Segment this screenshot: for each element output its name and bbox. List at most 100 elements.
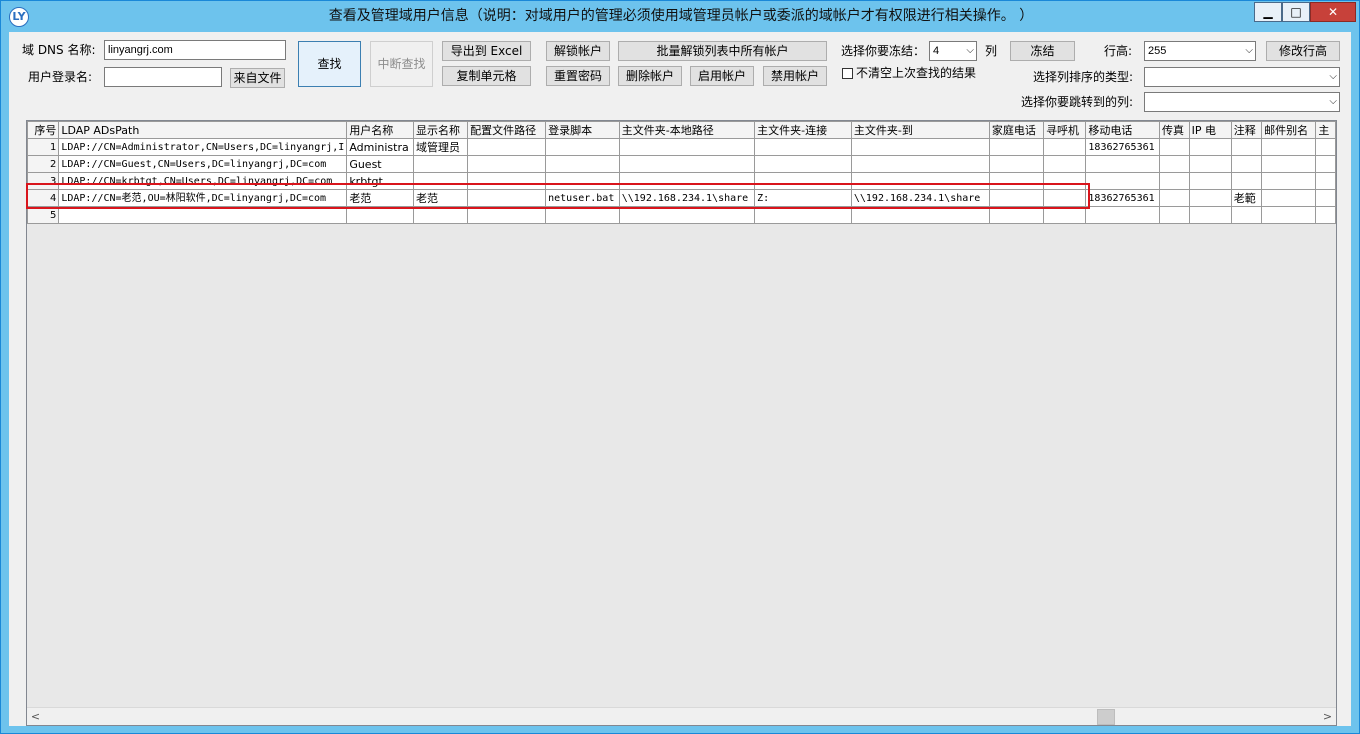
table-cell[interactable] xyxy=(412,155,469,173)
freeze-button[interactable]: 冻结 xyxy=(1010,41,1075,61)
col-header[interactable]: 主 xyxy=(1315,121,1336,139)
table-cell[interactable] xyxy=(1043,155,1087,173)
login-input[interactable] xyxy=(104,67,222,87)
table-cell[interactable] xyxy=(618,155,756,173)
table-cell[interactable] xyxy=(988,206,1045,224)
table-cell[interactable] xyxy=(1230,172,1263,190)
table-cell[interactable] xyxy=(1159,172,1190,190)
table-row[interactable]: 2 LDAP://CN=Guest,CN=Users,DC=linyangrj,D… xyxy=(27,155,1336,173)
table-cell[interactable]: Administra xyxy=(346,138,414,156)
table-cell[interactable]: Z: xyxy=(754,189,852,207)
table-cell[interactable] xyxy=(850,138,990,156)
minimize-icon[interactable]: ▁ xyxy=(1254,2,1282,22)
batch-unlock-button[interactable]: 批量解锁列表中所有帐户 xyxy=(618,41,827,61)
table-cell[interactable]: LDAP://CN=krbtgt,CN=Users,DC=linyangrj,D… xyxy=(58,172,348,190)
table-cell[interactable] xyxy=(545,155,620,173)
table-cell[interactable] xyxy=(754,138,852,156)
table-cell[interactable] xyxy=(545,206,620,224)
table-cell[interactable] xyxy=(1043,206,1087,224)
table-cell[interactable] xyxy=(346,206,414,224)
table-cell[interactable] xyxy=(988,189,1045,207)
table-cell[interactable] xyxy=(1315,138,1336,156)
table-cell[interactable] xyxy=(850,206,990,224)
table-cell[interactable] xyxy=(467,172,547,190)
table-cell[interactable] xyxy=(618,172,756,190)
table-cell[interactable]: 18362765361 xyxy=(1085,189,1161,207)
table-cell[interactable] xyxy=(58,206,348,224)
jump-column-select[interactable]: ⌵ xyxy=(1144,92,1340,112)
row-number-cell[interactable]: 2 xyxy=(27,155,60,173)
sort-type-select[interactable]: ⌵ xyxy=(1144,67,1340,87)
col-header[interactable]: 主文件夹-到 xyxy=(850,121,990,139)
col-header[interactable]: 寻呼机 xyxy=(1043,121,1087,139)
table-cell[interactable] xyxy=(1261,138,1317,156)
table-cell[interactable] xyxy=(618,206,756,224)
scroll-thumb[interactable] xyxy=(1097,709,1115,725)
table-cell[interactable] xyxy=(850,155,990,173)
table-cell[interactable] xyxy=(1159,206,1190,224)
scroll-left-icon[interactable]: < xyxy=(27,708,44,725)
table-cell[interactable]: LDAP://CN=Administrator,CN=Users,DC=liny… xyxy=(58,138,348,156)
scroll-right-icon[interactable]: > xyxy=(1319,708,1336,725)
table-cell[interactable]: netuser.bat xyxy=(545,189,620,207)
table-row[interactable]: 5 xyxy=(27,206,1336,224)
table-cell[interactable] xyxy=(467,138,547,156)
table-row[interactable]: 1 LDAP://CN=Administrator,CN=Users,DC=lin… xyxy=(27,138,1336,156)
keep-results-checkbox[interactable] xyxy=(842,68,853,79)
table-cell[interactable] xyxy=(545,138,620,156)
table-cell[interactable] xyxy=(1261,172,1317,190)
delete-account-button[interactable]: 删除帐户 xyxy=(618,66,682,86)
table-cell[interactable] xyxy=(1188,172,1232,190)
table-cell[interactable] xyxy=(467,189,547,207)
col-header[interactable]: LDAP ADsPath xyxy=(58,121,348,139)
row-number-cell[interactable]: 5 xyxy=(27,206,60,224)
table-cell[interactable]: \\192.168.234.1\share xyxy=(618,189,756,207)
table-cell[interactable] xyxy=(1315,172,1336,190)
table-cell[interactable]: krbtgt xyxy=(346,172,414,190)
col-header[interactable]: 家庭电话 xyxy=(988,121,1045,139)
table-cell[interactable] xyxy=(1085,155,1161,173)
table-cell[interactable]: LDAP://CN=Guest,CN=Users,DC=linyangrj,DC… xyxy=(58,155,348,173)
col-header[interactable]: 序号 xyxy=(27,121,60,139)
table-cell[interactable] xyxy=(1043,189,1087,207)
table-cell[interactable] xyxy=(850,172,990,190)
stop-find-button[interactable]: 中断查找 xyxy=(370,41,433,87)
table-cell[interactable] xyxy=(1043,138,1087,156)
table-cell[interactable] xyxy=(754,206,852,224)
col-header[interactable]: 用户名称 xyxy=(346,121,414,139)
table-cell[interactable] xyxy=(1261,189,1317,207)
title-bar[interactable]: LY 查看及管理域用户信息（说明：对域用户的管理必须使用域管理员帐户或委派的域帐… xyxy=(1,1,1359,31)
table-cell[interactable]: \\192.168.234.1\share xyxy=(850,189,990,207)
row-height-select[interactable]: 255 ⌵ xyxy=(1144,41,1256,61)
table-cell[interactable]: 老範 xyxy=(1230,189,1263,207)
table-cell[interactable] xyxy=(412,172,469,190)
table-cell[interactable] xyxy=(1188,189,1232,207)
enable-account-button[interactable]: 启用帐户 xyxy=(690,66,754,86)
table-cell[interactable] xyxy=(1043,172,1087,190)
table-cell[interactable] xyxy=(618,138,756,156)
export-excel-button[interactable]: 导出到 Excel xyxy=(442,41,531,61)
disable-account-button[interactable]: 禁用帐户 xyxy=(763,66,827,86)
table-cell[interactable] xyxy=(988,172,1045,190)
table-cell[interactable]: 18362765361 xyxy=(1085,138,1161,156)
modify-row-height-button[interactable]: 修改行高 xyxy=(1266,41,1340,61)
table-cell[interactable] xyxy=(754,172,852,190)
table-cell[interactable] xyxy=(1315,189,1336,207)
col-header[interactable]: 传真 xyxy=(1159,121,1190,139)
table-cell[interactable]: 域管理员 xyxy=(412,138,469,156)
col-header[interactable]: 注释 xyxy=(1230,121,1263,139)
col-header[interactable]: 配置文件路径 xyxy=(467,121,547,139)
row-number-cell[interactable]: 1 xyxy=(27,138,60,156)
table-cell[interactable]: Guest xyxy=(346,155,414,173)
table-cell[interactable]: 老范 xyxy=(346,189,414,207)
table-cell[interactable] xyxy=(1085,206,1161,224)
maximize-icon[interactable]: □ xyxy=(1282,2,1310,22)
table-row[interactable]: 3 LDAP://CN=krbtgt,CN=Users,DC=linyangrj,… xyxy=(27,172,1336,190)
table-cell[interactable] xyxy=(1159,189,1190,207)
table-cell[interactable] xyxy=(467,155,547,173)
col-header[interactable]: 显示名称 xyxy=(412,121,469,139)
table-cell[interactable] xyxy=(1085,172,1161,190)
col-header[interactable]: 主文件夹-本地路径 xyxy=(618,121,756,139)
close-icon[interactable]: ✕ xyxy=(1310,2,1356,22)
table-cell[interactable] xyxy=(754,155,852,173)
